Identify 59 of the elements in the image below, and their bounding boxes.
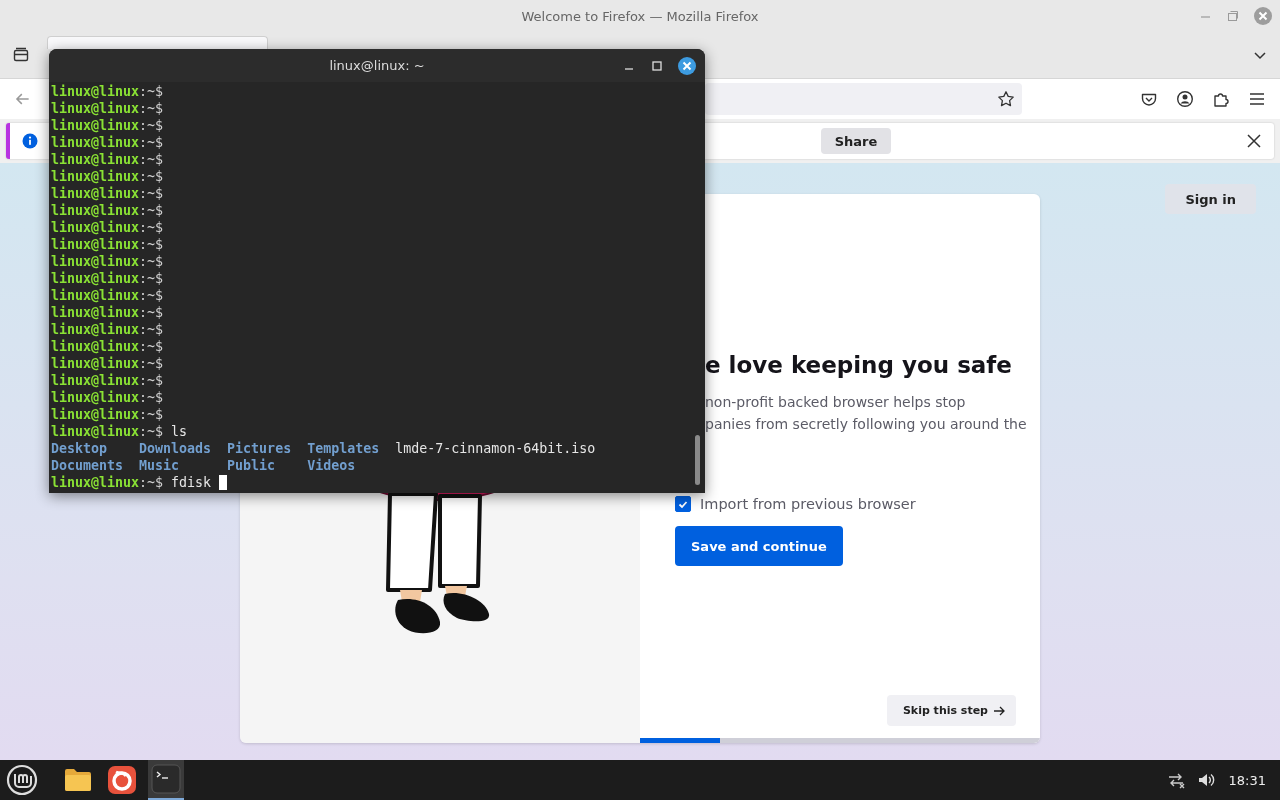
terminal-line: linux@linux:~$ [51, 270, 164, 287]
info-icon [22, 133, 38, 149]
window-title: Welcome to Firefox — Mozilla Firefox [521, 8, 759, 24]
directory-name: Videos [307, 457, 356, 474]
terminal-line: linux@linux:~$ [51, 355, 164, 372]
puzzle-icon[interactable] [1212, 90, 1230, 108]
terminal-line: linux@linux:~$ ls [51, 423, 188, 440]
menu-icon[interactable] [1248, 90, 1266, 108]
terminal-line: linux@linux:~$ [51, 100, 164, 117]
terminal-line: linux@linux:~$ [51, 83, 164, 100]
clock[interactable]: 18:31 [1228, 772, 1266, 788]
card-heading: e love keeping you safe [705, 351, 1012, 380]
terminal-line: linux@linux:~$ [51, 202, 164, 219]
close-icon[interactable] [678, 57, 696, 75]
directory-name: Documents [51, 457, 124, 474]
terminal-line: linux@linux:~$ [51, 134, 164, 151]
sign-in-button[interactable]: Sign in [1165, 184, 1256, 214]
terminal-line: linux@linux:~$ [51, 338, 164, 355]
maximize-icon[interactable] [650, 59, 664, 73]
browser-icon [107, 765, 137, 795]
description-text: non-profit backed browser helps stop panies from secretly following you around the [705, 393, 1027, 434]
arrow-right-icon [993, 704, 1005, 717]
terminal-line: linux@linux:~$ [51, 151, 164, 168]
terminal-line: linux@linux:~$ [51, 219, 164, 236]
file-name: lmde-7-cinnamon-64bit.iso [395, 440, 596, 457]
tab-list-icon[interactable] [12, 46, 30, 64]
terminal-line: linux@linux:~$ [51, 253, 164, 270]
directory-name: Music [139, 457, 180, 474]
directory-name: Downloads [139, 440, 212, 457]
account-icon[interactable] [1176, 90, 1194, 108]
terminal-line: linux@linux:~$ [51, 406, 164, 423]
directory-name: Public [227, 457, 276, 474]
terminal-line: linux@linux:~$ [51, 185, 164, 202]
volume-icon[interactable] [1196, 771, 1215, 789]
terminal-icon [151, 764, 181, 794]
star-icon[interactable] [997, 90, 1015, 108]
close-icon[interactable] [1246, 133, 1262, 149]
terminal-line: linux@linux:~$ [51, 372, 164, 389]
terminal-line: linux@linux:~$ [51, 287, 164, 304]
menu-logo-icon[interactable] [6, 764, 38, 796]
network-icon[interactable] [1166, 771, 1185, 789]
save-button[interactable]: Save and continue [675, 526, 843, 566]
directory-name: Desktop [51, 440, 108, 457]
taskbar-app[interactable] [148, 760, 184, 800]
terminal-line: linux@linux:~$ [51, 168, 164, 185]
directory-name: Pictures [227, 440, 292, 457]
terminal-line: linux@linux:~$ [51, 389, 164, 406]
skip-button[interactable]: Skip this step [886, 695, 1016, 726]
terminal-line: linux@linux:~$ [51, 321, 164, 338]
window-title: linux@linux: ~ [329, 58, 425, 73]
scrollbar-thumb[interactable] [695, 435, 700, 485]
terminal-line: linux@linux:~$ [51, 117, 164, 134]
directory-name: Templates [307, 440, 380, 457]
terminal-line: linux@linux:~$ fdisk [51, 474, 228, 491]
checkbox[interactable] [675, 496, 691, 512]
terminal-line: linux@linux:~$ [51, 304, 164, 321]
terminal-line: linux@linux:~$ [51, 236, 164, 253]
checkbox-label: Import from previous browser [700, 496, 916, 512]
share-button[interactable]: Share [820, 128, 892, 154]
